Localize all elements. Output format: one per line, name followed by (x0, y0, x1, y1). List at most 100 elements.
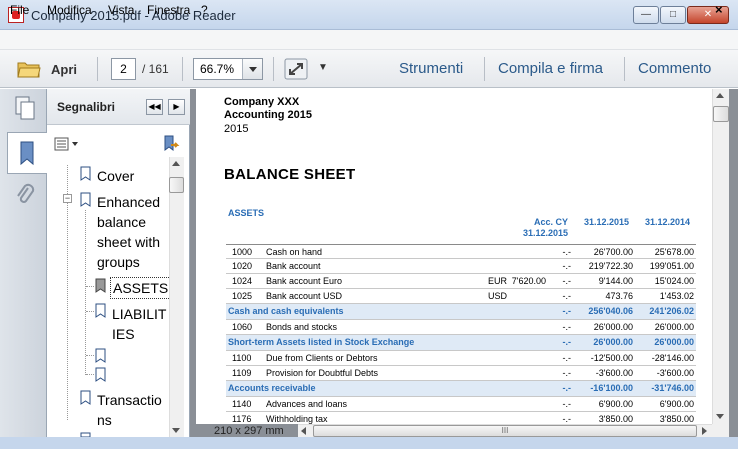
account-cell: Short-term Assets listed in Stock Exchan… (228, 337, 415, 347)
scroll-down-icon[interactable] (172, 428, 180, 433)
maximize-button[interactable]: □ (660, 6, 686, 24)
comment-button[interactable]: Commento (638, 60, 711, 77)
bookmark-assets[interactable]: ASSETS (110, 277, 172, 299)
year-line: 2015 (224, 123, 249, 135)
full-screen-icon[interactable] (284, 58, 308, 80)
close-document-icon[interactable]: × (715, 2, 723, 17)
menu-vista[interactable]: Vista (108, 3, 134, 17)
currency-cell: EUR (488, 276, 508, 286)
document-vertical-scrollbar[interactable] (712, 89, 729, 424)
minimize-button[interactable]: — (633, 6, 659, 24)
bookmarks-scrollbar[interactable] (169, 157, 184, 437)
fill-sign-button[interactable]: Compila e firma (498, 60, 603, 77)
value-2015-cell: -16'100.00 (590, 383, 633, 393)
value-2015-cell: 26'700.00 (593, 247, 633, 257)
bookmarks-title: Segnalibri (57, 100, 116, 114)
chevron-down-icon[interactable] (242, 59, 262, 79)
collapse-node-icon[interactable]: − (63, 194, 72, 203)
menu-file[interactable]: File (10, 3, 29, 17)
expand-panel-button[interactable]: ▶ (168, 99, 185, 115)
find-bookmark-icon[interactable] (162, 135, 180, 153)
table-row: 1020 Bank account -.- 219'722.30 199'051.00 (226, 259, 696, 274)
value-2014-cell: 199'051.00 (649, 261, 694, 271)
menu-help[interactable]: ? (201, 3, 208, 17)
bookmark-icon (80, 390, 91, 405)
zoom-value: 66.7% (200, 62, 235, 76)
bookmarks-scroll-thumb[interactable] (169, 177, 184, 193)
bookmark-enhanced-line2[interactable]: balance (97, 212, 146, 232)
value-2014-cell: 15'024.00 (654, 276, 694, 286)
menu-modifica[interactable]: Modifica (47, 3, 92, 17)
column-header-acc-cy: Acc. CY 31.12.2015 (523, 217, 568, 239)
tree-line (86, 286, 94, 287)
acc-cy-cell: -.- (562, 383, 572, 393)
bookmark-cover[interactable]: Cover (97, 166, 134, 186)
account-cell: Accounts receivable (228, 383, 316, 393)
open-folder-icon[interactable] (17, 60, 41, 78)
bookmark-enhanced-line4[interactable]: groups (97, 252, 140, 272)
description-cell: Bank account (266, 261, 321, 271)
tools-button[interactable]: Strumenti (399, 60, 463, 77)
acc-cy-cell: -.- (562, 291, 572, 301)
open-button[interactable]: Apri (51, 62, 77, 77)
value-2015-cell: 26'000.00 (593, 322, 633, 332)
account-cell: 1100 (232, 353, 252, 363)
acc-cy-cell: -.- (562, 247, 572, 257)
bookmark-liabilities-line2[interactable]: IES (112, 324, 135, 344)
account-cell: 1109 (232, 368, 252, 378)
document-page: Company XXX Accounting 2015 2015 BALANCE… (196, 89, 712, 424)
description-cell: Due from Clients or Debtors (266, 353, 378, 363)
bookmark-icon (80, 192, 91, 207)
acc-cy-cell: -.- (562, 399, 572, 409)
menu-finestra[interactable]: Finestra (147, 3, 190, 17)
acc-cy-cell: -.- (562, 322, 572, 332)
bookmark-transactions-line2[interactable]: ns (97, 410, 112, 430)
value-2014-cell: -3'600.00 (656, 368, 694, 378)
accounting-line: Accounting 2015 (224, 109, 313, 121)
description-cell: Withholding tax (266, 414, 328, 424)
bookmark-enhanced-line3[interactable]: sheet with (97, 232, 160, 252)
attachments-icon[interactable] (14, 182, 36, 208)
bookmark-icon[interactable] (95, 367, 106, 382)
value-2015-cell: 473.76 (605, 291, 633, 301)
description-cell: Advances and loans (266, 399, 348, 409)
company-name: Company XXX Accounting 2015 (224, 96, 312, 122)
bookmark-icon (80, 166, 91, 181)
account-cell: 1020 (232, 261, 253, 271)
scroll-up-icon[interactable] (716, 93, 724, 98)
tree-line (67, 165, 68, 420)
page-thumbnails-icon[interactable] (14, 96, 36, 120)
table-row: 1176 Withholding tax -.- 3'850.00 3'850.00 (226, 412, 696, 424)
toolbar-separator (273, 57, 274, 81)
menu-bar (0, 30, 738, 50)
bookmark-transactions-line1[interactable]: Transactio (97, 390, 162, 410)
toolbar-separator (624, 57, 625, 81)
scroll-left-icon[interactable] (301, 427, 306, 435)
account-cell: 1025 (232, 291, 253, 301)
account-cell: 1176 (232, 414, 252, 424)
account-cell: 1140 (232, 399, 252, 409)
bookmark-icon (95, 303, 106, 318)
collapse-panel-button[interactable]: ◀◀ (146, 99, 163, 115)
account-cell: 1000 (232, 247, 253, 257)
zoom-select[interactable]: 66.7% (193, 58, 263, 80)
scroll-up-icon[interactable] (172, 161, 180, 166)
scroll-right-icon[interactable] (702, 427, 707, 435)
value-2014-cell: 3'850.00 (659, 414, 694, 424)
tree-line (86, 311, 94, 312)
document-horizontal-scroll-thumb[interactable]: III (313, 425, 697, 437)
bookmark-icon[interactable] (95, 348, 106, 363)
table-group-row: Short-term Assets listed in Stock Exchan… (226, 335, 696, 351)
bookmark-liabilities-line1[interactable]: LIABILIT (112, 304, 166, 324)
value-2014-cell: -28'146.00 (651, 353, 694, 363)
value-2015-cell: -3'600.00 (595, 368, 633, 378)
bookmark-options-icon[interactable] (54, 137, 82, 151)
table-group-row: Cash and cash equivalents -.- 256'040.06 24… (226, 304, 696, 320)
bookmark-enhanced-line1[interactable]: Enhanced (97, 192, 160, 212)
toolbar-options-icon[interactable]: ▼ (318, 62, 328, 73)
scroll-down-icon[interactable] (716, 414, 724, 419)
page-number-input[interactable]: 2 (111, 58, 136, 80)
tree-line (86, 374, 94, 375)
account-cell: 1060 (232, 322, 253, 332)
document-vertical-scroll-thumb[interactable] (713, 106, 729, 122)
